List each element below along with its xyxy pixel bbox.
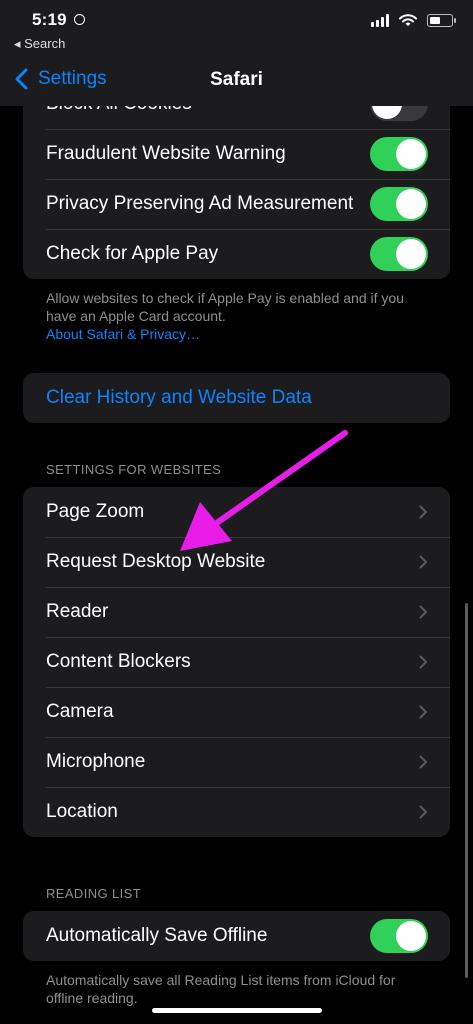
status-time: 5:19 — [32, 10, 67, 29]
back-to-search-link[interactable]: ◂ Search — [14, 36, 65, 52]
fraudulent-website-warning-row[interactable]: Fraudulent Website Warning — [23, 129, 450, 179]
auto-save-offline-row[interactable]: Automatically Save Offline — [23, 911, 450, 961]
row-label: Content Blockers — [46, 651, 191, 672]
battery-icon — [427, 14, 456, 27]
auto-save-offline-toggle[interactable] — [370, 919, 428, 953]
scroll-indicator — [465, 603, 468, 978]
chevron-right-icon — [419, 755, 427, 769]
clear-history-group: Clear History and Website Data — [23, 373, 450, 423]
page-title: Safari — [210, 69, 263, 90]
clear-history-button[interactable]: Clear History and Website Data — [23, 373, 450, 423]
ad-measurement-toggle[interactable] — [370, 187, 428, 221]
chevron-right-icon — [419, 505, 427, 519]
home-indicator — [152, 1008, 322, 1013]
microphone-row[interactable]: Microphone — [23, 737, 450, 787]
row-label: Camera — [46, 701, 114, 722]
row-label: Location — [46, 801, 118, 822]
chevron-right-icon — [419, 655, 427, 669]
chevron-right-icon — [419, 605, 427, 619]
location-row[interactable]: Location — [23, 787, 450, 837]
section-header-settings-for-websites: SETTINGS FOR WEBSITES — [46, 462, 222, 477]
request-desktop-website-row[interactable]: Request Desktop Website — [23, 537, 450, 587]
apple-pay-toggle[interactable] — [370, 237, 428, 271]
navigation-bar: Settings Safari — [0, 56, 473, 106]
check-apple-pay-row[interactable]: Check for Apple Pay — [23, 229, 450, 279]
location-services-icon — [74, 14, 85, 25]
reading-list-group: Automatically Save Offline — [23, 911, 450, 961]
apple-pay-footnote: Allow websites to check if Apple Pay is … — [46, 289, 436, 343]
about-safari-privacy-link[interactable]: About Safari & Privacy… — [46, 325, 436, 343]
footnote-text: Allow websites to check if Apple Pay is … — [46, 290, 404, 324]
fraud-warning-toggle[interactable] — [370, 137, 428, 171]
chevron-right-icon — [419, 705, 427, 719]
privacy-ad-measurement-row[interactable]: Privacy Preserving Ad Measurement — [23, 179, 450, 229]
camera-row[interactable]: Camera — [23, 687, 450, 737]
row-label: Request Desktop Website — [46, 551, 266, 572]
row-label: Page Zoom — [46, 501, 145, 522]
section-header-reading-list: READING LIST — [46, 886, 142, 901]
wifi-icon — [399, 14, 417, 26]
reader-row[interactable]: Reader — [23, 587, 450, 637]
status-icons — [371, 14, 456, 27]
row-label: Microphone — [46, 751, 146, 772]
page-zoom-row[interactable]: Page Zoom — [23, 487, 450, 537]
chevron-right-icon — [419, 805, 427, 819]
row-label: Clear History and Website Data — [46, 387, 312, 408]
content-blockers-row[interactable]: Content Blockers — [23, 637, 450, 687]
privacy-settings-group: Block All Cookies Fraudulent Website War… — [23, 79, 450, 279]
status-bar: 5:19 ◂ Search — [0, 0, 473, 56]
reading-list-footnote: Automatically save all Reading List item… — [46, 972, 396, 1006]
chevron-right-icon — [419, 555, 427, 569]
settings-for-websites-group: Page Zoom Request Desktop Website Reader… — [23, 487, 450, 837]
row-label: Reader — [46, 601, 109, 622]
cellular-signal-icon — [371, 14, 389, 27]
